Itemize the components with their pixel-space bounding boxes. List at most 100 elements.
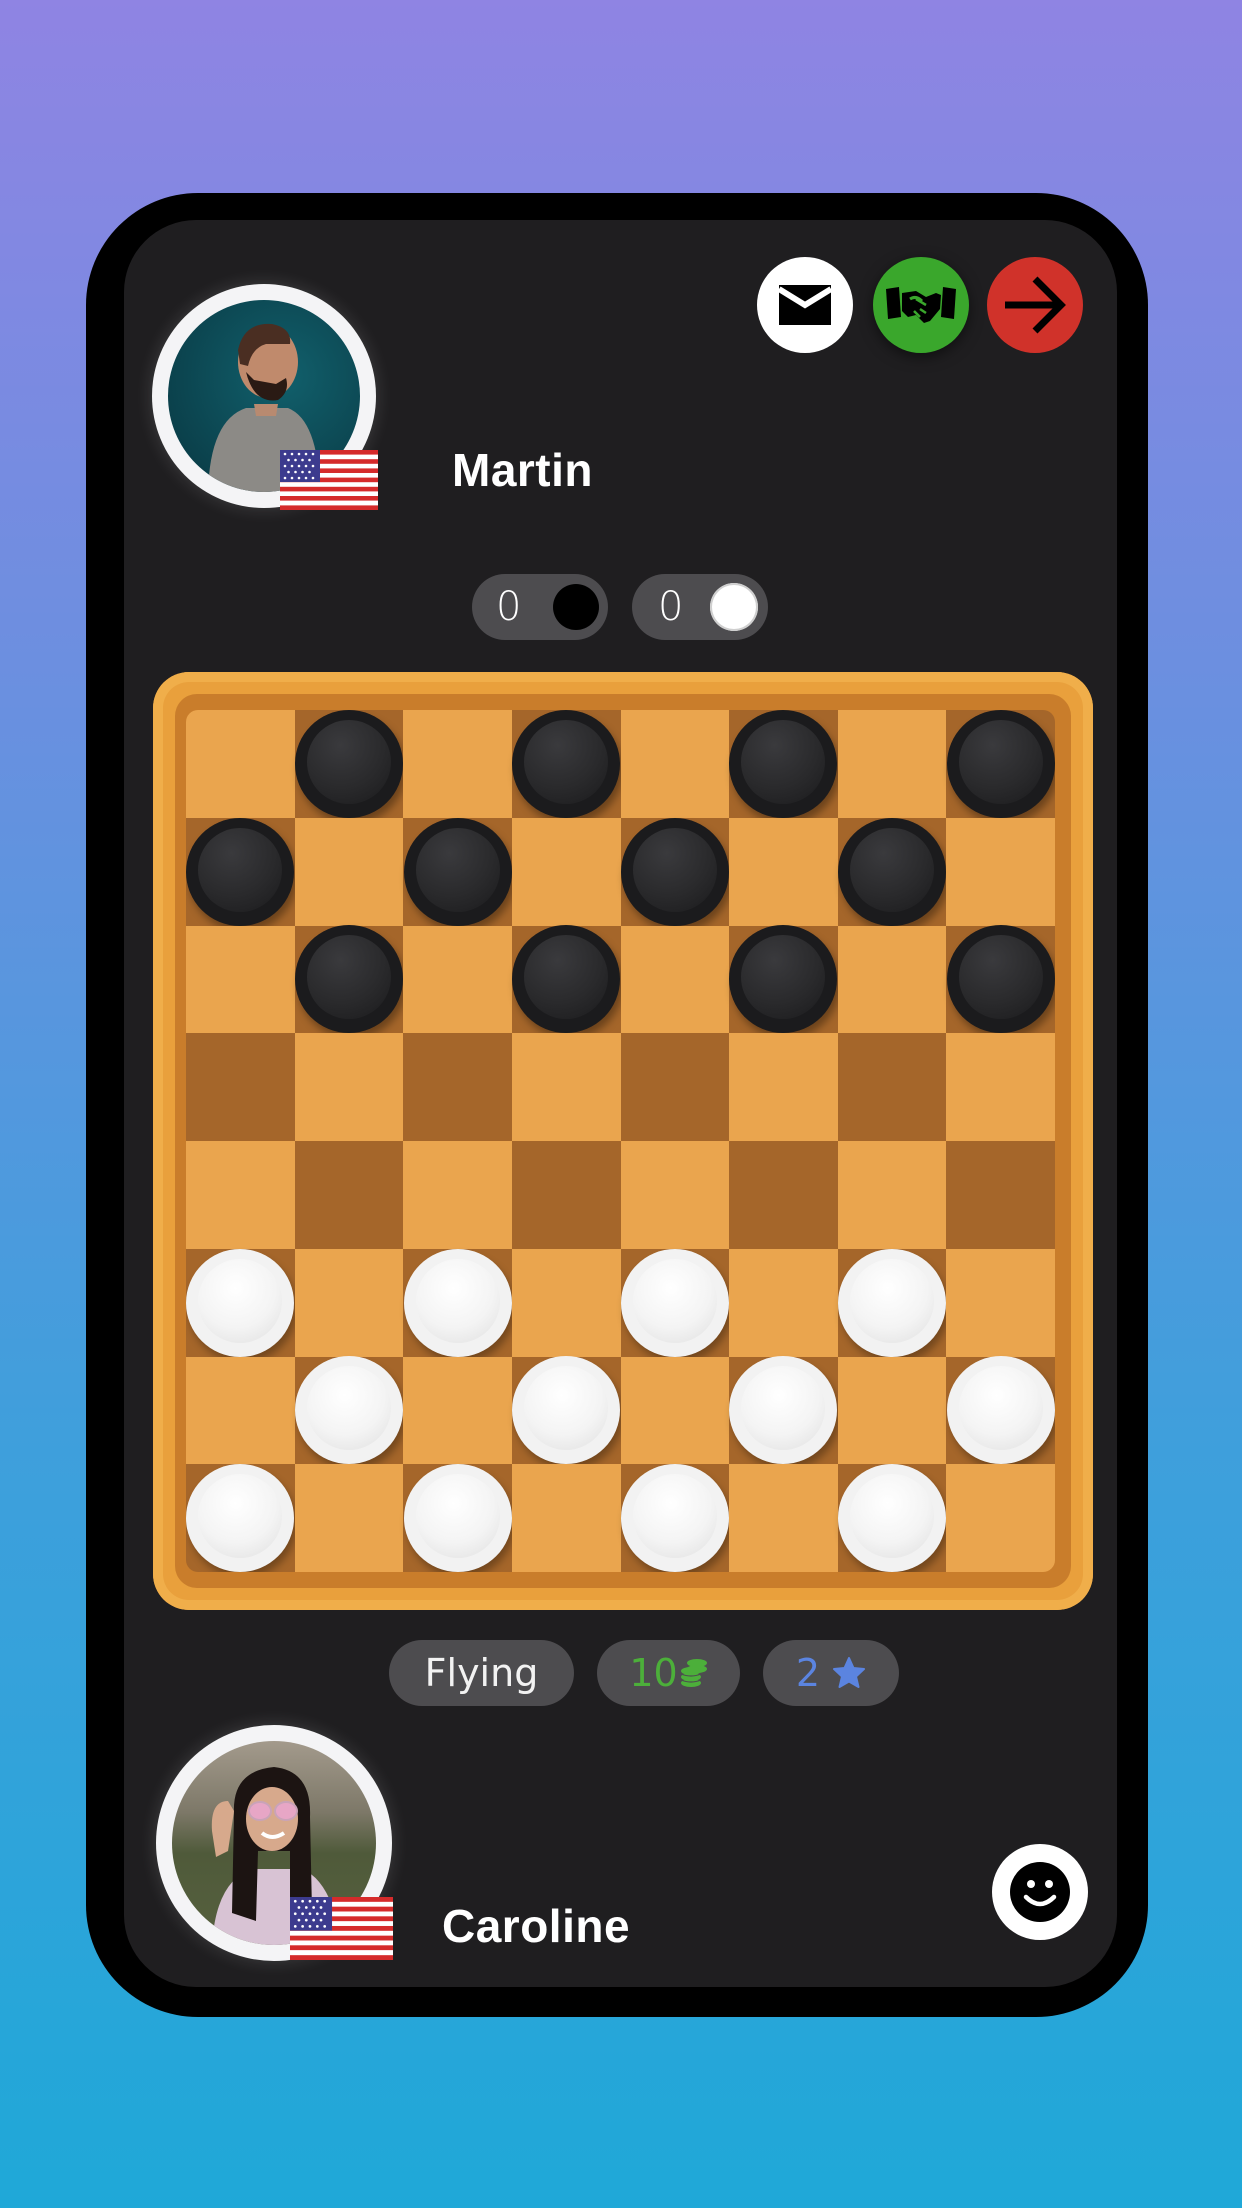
- board-square[interactable]: [186, 1464, 295, 1572]
- white-piece[interactable]: [729, 1356, 838, 1465]
- board-square[interactable]: [729, 710, 838, 818]
- board-square[interactable]: [620, 1141, 730, 1249]
- board-square[interactable]: [946, 1141, 1055, 1249]
- board-square[interactable]: [946, 1033, 1055, 1141]
- black-piece[interactable]: [729, 925, 838, 1034]
- rating-value: 2: [795, 1651, 821, 1695]
- board-square[interactable]: [837, 1141, 947, 1249]
- board-square[interactable]: [946, 710, 1055, 818]
- board-square[interactable]: [294, 1356, 404, 1465]
- board-square[interactable]: [837, 1033, 947, 1141]
- white-piece[interactable]: [186, 1464, 295, 1572]
- white-piece[interactable]: [620, 1464, 729, 1572]
- board-square[interactable]: [511, 1356, 621, 1465]
- board-square[interactable]: [729, 817, 838, 926]
- board-square[interactable]: [294, 925, 404, 1034]
- board-square[interactable]: [837, 817, 947, 926]
- board-square[interactable]: [186, 817, 295, 926]
- board-square[interactable]: [186, 1248, 295, 1357]
- board-square[interactable]: [403, 925, 512, 1034]
- white-score: 0: [658, 584, 684, 630]
- board-square[interactable]: [403, 1464, 512, 1572]
- self-name: Caroline: [442, 1900, 631, 1952]
- board-square[interactable]: [403, 1356, 512, 1465]
- board-square[interactable]: [294, 710, 404, 818]
- board-square[interactable]: [729, 1141, 838, 1249]
- black-piece[interactable]: [512, 925, 621, 1034]
- coins-icon: [680, 1659, 707, 1687]
- black-piece[interactable]: [294, 710, 403, 818]
- board-square[interactable]: [294, 1141, 404, 1249]
- black-piece[interactable]: [946, 925, 1055, 1034]
- black-piece[interactable]: [838, 817, 947, 926]
- black-piece[interactable]: [946, 710, 1055, 818]
- board-square[interactable]: [620, 1464, 730, 1572]
- white-piece[interactable]: [946, 1356, 1055, 1465]
- white-piece[interactable]: [838, 1464, 947, 1572]
- board-square[interactable]: [511, 817, 621, 926]
- board-square[interactable]: [403, 1248, 512, 1357]
- board-square[interactable]: [620, 1356, 730, 1465]
- black-piece[interactable]: [729, 710, 838, 818]
- board-square[interactable]: [403, 1033, 512, 1141]
- board-square[interactable]: [186, 710, 295, 818]
- board-square[interactable]: [403, 1141, 512, 1249]
- board-square[interactable]: [837, 925, 947, 1034]
- board-square[interactable]: [186, 1356, 295, 1465]
- board-square[interactable]: [511, 1033, 621, 1141]
- board-square[interactable]: [511, 710, 621, 818]
- board-square[interactable]: [186, 1141, 295, 1249]
- board-square[interactable]: [294, 1464, 404, 1572]
- us-flag-icon: [280, 450, 378, 510]
- board-square[interactable]: [729, 1248, 838, 1357]
- board-square[interactable]: [403, 710, 512, 818]
- board-square[interactable]: [729, 1033, 838, 1141]
- board-square[interactable]: [620, 817, 730, 926]
- black-piece[interactable]: [512, 710, 621, 818]
- black-piece[interactable]: [620, 817, 729, 926]
- board-square[interactable]: [837, 710, 947, 818]
- board-square[interactable]: [729, 1356, 838, 1465]
- white-piece[interactable]: [403, 1248, 512, 1357]
- white-piece[interactable]: [620, 1248, 729, 1357]
- board-square[interactable]: [946, 1464, 1055, 1572]
- board-square[interactable]: [186, 1033, 295, 1141]
- black-piece[interactable]: [294, 925, 403, 1034]
- board-square[interactable]: [511, 925, 621, 1034]
- board-square[interactable]: [294, 1033, 404, 1141]
- board-square[interactable]: [511, 1141, 621, 1249]
- envelope-icon: [779, 285, 831, 325]
- white-piece[interactable]: [294, 1356, 403, 1465]
- board-square[interactable]: [511, 1464, 621, 1572]
- board-square[interactable]: [403, 817, 512, 926]
- message-button[interactable]: [757, 257, 853, 353]
- board-square[interactable]: [946, 1248, 1055, 1357]
- board-square[interactable]: [294, 1248, 404, 1357]
- emoji-button[interactable]: [992, 1844, 1088, 1940]
- board-square[interactable]: [729, 1464, 838, 1572]
- board-square[interactable]: [946, 1356, 1055, 1465]
- white-piece[interactable]: [403, 1464, 512, 1572]
- black-piece[interactable]: [186, 817, 295, 926]
- white-piece[interactable]: [838, 1248, 947, 1357]
- board-square[interactable]: [511, 1248, 621, 1357]
- board-square[interactable]: [620, 1033, 730, 1141]
- board-square[interactable]: [620, 710, 730, 818]
- board-square[interactable]: [946, 925, 1055, 1034]
- black-piece[interactable]: [403, 817, 512, 926]
- checkers-board[interactable]: [186, 710, 1055, 1572]
- white-piece[interactable]: [512, 1356, 621, 1465]
- leave-game-button[interactable]: [987, 257, 1083, 353]
- board-square[interactable]: [294, 817, 404, 926]
- offer-draw-button[interactable]: [873, 257, 969, 353]
- white-piece[interactable]: [186, 1248, 295, 1357]
- board-square[interactable]: [729, 925, 838, 1034]
- board-square[interactable]: [837, 1356, 947, 1465]
- board-square[interactable]: [946, 817, 1055, 926]
- board-square[interactable]: [620, 1248, 730, 1357]
- board-square[interactable]: [186, 925, 295, 1034]
- board-square[interactable]: [837, 1248, 947, 1357]
- board-square[interactable]: [620, 925, 730, 1034]
- board-square[interactable]: [837, 1464, 947, 1572]
- us-flag-icon: [290, 1897, 393, 1960]
